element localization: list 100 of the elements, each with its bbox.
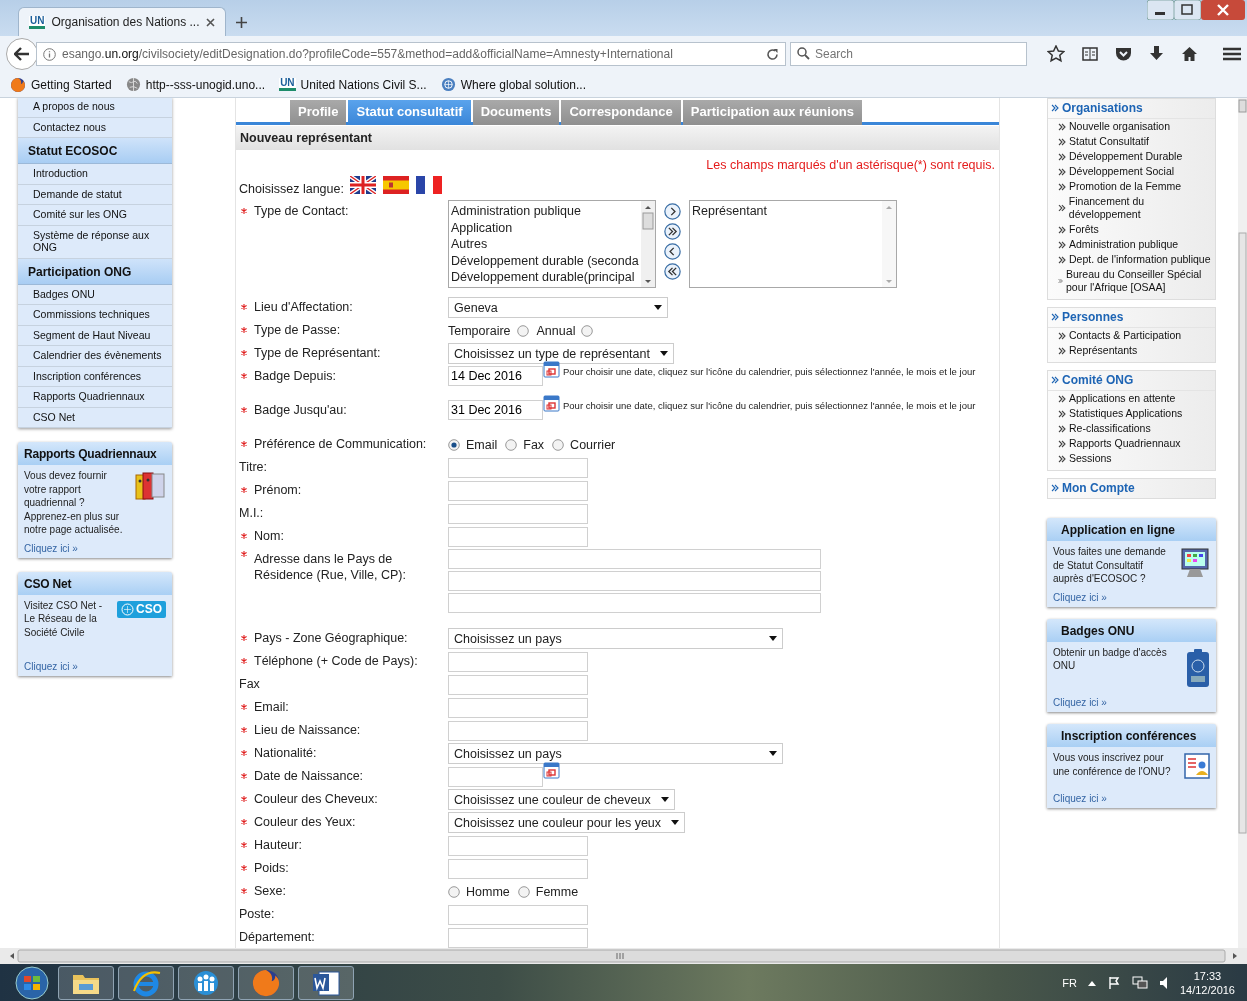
menu-item[interactable]: Badges ONU [18, 284, 172, 305]
nav-link[interactable]: Forêts [1048, 222, 1215, 237]
dropdown[interactable]: Choisissez un pays [448, 743, 783, 764]
list-option[interactable]: Représentant [692, 203, 882, 220]
radio-button[interactable] [552, 438, 565, 451]
text-field[interactable] [448, 858, 588, 879]
calendar-icon[interactable] [543, 395, 560, 412]
radio-button[interactable] [581, 324, 594, 337]
back-button[interactable] [6, 38, 38, 70]
text-field[interactable] [448, 503, 588, 524]
menu-item[interactable]: Introduction [18, 164, 172, 185]
nav-link[interactable]: Contacts & Participation [1048, 328, 1215, 343]
section-link[interactable]: Organisations [1048, 99, 1215, 119]
menu-item[interactable]: Inscription conférences [18, 366, 172, 387]
section-link[interactable]: Comité ONG [1048, 371, 1215, 391]
nav-link[interactable]: Développement Social [1048, 164, 1215, 179]
language-indicator[interactable]: FR [1062, 976, 1077, 989]
dropdown[interactable]: Choisissez une couleur pour les yeux [448, 812, 686, 833]
reload-icon[interactable] [766, 47, 779, 61]
nav-link[interactable]: Nouvelle organisation [1048, 119, 1215, 134]
nav-link[interactable]: Applications en attente [1048, 391, 1215, 406]
nav-link[interactable]: Rapports Quadriennaux [1048, 436, 1215, 451]
move-all-right-icon[interactable] [664, 223, 681, 240]
vertical-scrollbar[interactable] [1238, 98, 1247, 948]
clock-time[interactable]: 17:33 [1193, 968, 1222, 983]
nav-link[interactable]: Promotion de la Femme [1048, 179, 1215, 194]
radio-button[interactable] [505, 438, 518, 451]
flag-icon[interactable] [415, 176, 442, 194]
text-field[interactable] [448, 526, 588, 547]
taskbar-app-button[interactable] [58, 965, 114, 1000]
menu-item[interactable]: Contactez nous [18, 117, 172, 138]
dropdown[interactable]: Choisissez une couleur de cheveux [448, 789, 675, 810]
dropdown[interactable]: Geneva [448, 297, 668, 318]
text-field[interactable] [448, 720, 588, 741]
nav-link[interactable]: Représentants [1048, 343, 1215, 358]
move-right-icon[interactable] [664, 203, 681, 220]
text-field[interactable] [448, 904, 588, 925]
bookmark-item[interactable]: Where global solution... [440, 77, 587, 92]
pocket-icon[interactable] [1115, 46, 1132, 62]
text-field[interactable] [448, 697, 588, 718]
menu-item[interactable]: Calendrier des évènements [18, 346, 172, 367]
address-bar[interactable]: esango.un.org/civilsociety/editDesignation.do?profileCode=557&method=add&officialName=Amnesty+International [36, 42, 786, 66]
menu-item[interactable]: Demande de statut [18, 184, 172, 205]
taskbar-app-button[interactable] [298, 965, 354, 1000]
nav-link[interactable]: Bureau du Conseiller Spécial pour l'Afrique [OSAA] [1048, 267, 1215, 295]
browser-tab[interactable]: UN Organisation des Nations ... [18, 7, 226, 36]
radio-button[interactable] [516, 324, 529, 337]
text-field[interactable] [448, 927, 588, 948]
nav-link[interactable]: Développement Durable [1048, 149, 1215, 164]
promo-link[interactable]: Cliquez ici » [18, 536, 172, 558]
nav-link[interactable]: Statut Consultatif [1048, 134, 1215, 149]
move-all-left-icon[interactable] [664, 263, 681, 280]
section-link[interactable]: Personnes [1048, 308, 1215, 328]
list-option[interactable]: Développement durable (seconda [451, 252, 641, 270]
calendar-icon[interactable] [543, 361, 560, 378]
move-left-icon[interactable] [664, 243, 681, 260]
radio-button[interactable] [448, 885, 460, 898]
show-hidden-icons-icon[interactable] [1087, 979, 1096, 986]
close-icon[interactable] [1201, 0, 1245, 20]
flag-icon[interactable] [349, 176, 376, 194]
text-field[interactable] [448, 766, 543, 787]
menu-item[interactable]: CSO Net [18, 407, 172, 428]
nav-link[interactable]: Administration publique [1048, 237, 1215, 252]
nav-link[interactable]: Dept. de l'information publique [1048, 252, 1215, 267]
menu-item[interactable]: Système de réponse aux ONG [18, 225, 172, 259]
nav-link[interactable]: Re-classifications [1048, 421, 1215, 436]
bookmark-item[interactable]: Getting Started [10, 76, 112, 93]
search-field[interactable]: Search [790, 42, 1027, 66]
maximize-icon[interactable] [1174, 0, 1201, 20]
dropdown[interactable]: Choisissez un pays [448, 628, 783, 649]
list-box[interactable]: Administration publique Application Autres Développement durable (seconda Développement durable(principal [448, 200, 656, 288]
text-field[interactable] [448, 651, 588, 672]
reading-list-icon[interactable] [1082, 46, 1098, 62]
home-icon[interactable] [1181, 46, 1198, 62]
taskbar-app-button[interactable] [178, 965, 234, 1000]
close-icon[interactable] [206, 17, 215, 27]
promo-link[interactable]: Cliquez ici » [1047, 787, 1216, 808]
bookmark-item[interactable]: UN United Nations Civil S... [279, 77, 427, 92]
nav-link[interactable]: Sessions [1048, 451, 1215, 466]
flag-icon[interactable] [382, 176, 409, 194]
new-tab-icon[interactable] [236, 17, 247, 28]
text-field[interactable] [448, 457, 588, 478]
text-field[interactable]: 14 Dec 2016 [448, 366, 543, 386]
text-field[interactable] [448, 593, 821, 613]
horizontal-scrollbar[interactable] [0, 948, 1247, 964]
download-icon[interactable] [1149, 46, 1164, 62]
menu-item[interactable]: A propos de nous [18, 98, 172, 118]
star-icon[interactable] [1047, 45, 1065, 63]
nav-link[interactable]: Statistiques Applications [1048, 406, 1215, 421]
list-option[interactable]: Administration publique [451, 203, 641, 220]
dropdown[interactable]: Choisissez un type de représentant [448, 343, 674, 364]
bookmark-item[interactable]: http--sss-unogid.uno... [125, 77, 266, 92]
promo-link[interactable]: Cliquez ici » [1047, 691, 1216, 712]
menu-item[interactable]: Commissions techniques [18, 305, 172, 326]
text-field[interactable] [448, 549, 821, 569]
menu-item[interactable]: Comité sur les ONG [18, 205, 172, 226]
flag-tray-icon[interactable] [1106, 975, 1121, 990]
taskbar-app-button[interactable] [118, 965, 174, 1000]
menu-item[interactable]: Rapports Quadriennaux [18, 387, 172, 408]
radio-button[interactable] [448, 438, 460, 451]
